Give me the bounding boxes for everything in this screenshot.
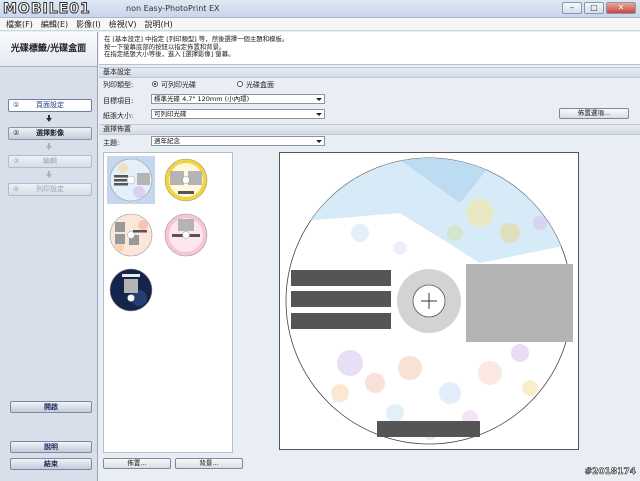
template-list: [103, 152, 233, 453]
radio-disc-case-label: 光碟盒面: [246, 81, 274, 89]
help-button[interactable]: 說明: [10, 441, 92, 453]
paper-size-select[interactable]: 可列印光碟: [151, 109, 325, 119]
print-type-label: 列印類型:: [103, 81, 134, 89]
disc-template-icon: [109, 158, 153, 202]
template-thumbnail[interactable]: [107, 266, 155, 314]
chevron-down-icon: [316, 98, 322, 101]
menu-help[interactable]: 說明(H): [144, 18, 172, 30]
close-button[interactable]: ✕: [606, 2, 636, 14]
chevron-down-icon: [316, 140, 322, 143]
disc-template-icon: [164, 158, 208, 202]
arrow-down-icon: [46, 143, 52, 150]
target-item-label: 目標項目:: [103, 97, 134, 105]
menu-bar: 檔案(F) 編輯(E) 影像(I) 檢視(V) 說明(H): [0, 18, 640, 31]
step-label: 編輯: [43, 157, 57, 165]
title-bar: MOBILE01 non Easy-PhotoPrint EX – □ ✕: [0, 0, 640, 18]
layout-button[interactable]: 佈置...: [103, 458, 171, 469]
arrow-down-icon: [46, 171, 52, 178]
theme-select[interactable]: 週年紀念: [151, 136, 325, 146]
watermark-id: #2018174: [584, 467, 636, 478]
minimize-button[interactable]: –: [562, 2, 582, 14]
basic-settings-header: 基本設定: [99, 67, 640, 78]
paper-size-value: 可列印光碟: [154, 110, 187, 118]
theme-label: 主題:: [103, 139, 120, 147]
step-select-images[interactable]: ② 選擇影像: [8, 127, 92, 140]
open-button[interactable]: 開啟: [10, 401, 92, 413]
disc-label-preview: [285, 157, 573, 445]
target-item-select[interactable]: 標準光碟 4.7" 120mm (小內環): [151, 94, 325, 104]
step-page-setup[interactable]: ① 頁面設定: [8, 99, 92, 112]
menu-edit[interactable]: 編輯(E): [41, 18, 68, 30]
radio-printable-disc[interactable]: [152, 81, 158, 87]
disc-template-icon: [109, 268, 153, 312]
disc-preview: [279, 152, 579, 450]
instructions-panel: 在 [基本設定] 中指定 [列印類型] 等，然後選擇一個主題和模板。 按一下螢幕…: [99, 32, 640, 65]
mobile01-logo: MOBILE01: [3, 1, 91, 18]
step-print-settings: ④ 列印設定: [8, 183, 92, 196]
exit-button[interactable]: 結束: [10, 458, 92, 470]
template-thumbnail[interactable]: [162, 211, 210, 259]
template-thumbnail[interactable]: [107, 211, 155, 259]
radio-printable-disc-label: 可列印光碟: [161, 81, 196, 89]
step-edit: ③ 編輯: [8, 155, 92, 168]
background-button[interactable]: 背景...: [175, 458, 243, 469]
window-title: non Easy-PhotoPrint EX: [126, 4, 220, 13]
template-thumbnail[interactable]: [162, 156, 210, 204]
disc-template-icon: [109, 213, 153, 257]
window-controls: – □ ✕: [562, 2, 636, 14]
disc-template-icon: [164, 213, 208, 257]
step-label: 選擇影像: [36, 129, 64, 137]
arrow-down-icon: [46, 115, 52, 122]
template-thumbnail[interactable]: [107, 156, 155, 204]
step-label: 列印設定: [36, 185, 64, 193]
layout-options-button[interactable]: 佈置選項...: [559, 108, 629, 119]
layout-header: 選擇佈置: [99, 124, 640, 135]
menu-image[interactable]: 影像(I): [76, 18, 101, 30]
theme-value: 週年紀念: [154, 137, 180, 145]
paper-size-label: 紙張大小:: [103, 112, 134, 120]
step-label: 頁面設定: [36, 101, 64, 109]
maximize-button[interactable]: □: [584, 2, 604, 14]
radio-disc-case[interactable]: [237, 81, 243, 87]
sidebar-title: 光碟標籤/光碟盒面: [0, 32, 97, 67]
sidebar: 光碟標籤/光碟盒面 ① 頁面設定 ② 選擇影像 ③ 編輯 ④ 列印設定 開啟 說…: [0, 32, 98, 481]
target-item-value: 標準光碟 4.7" 120mm (小內環): [154, 95, 250, 103]
menu-view[interactable]: 檢視(V): [109, 18, 137, 30]
menu-file[interactable]: 檔案(F): [6, 18, 33, 30]
chevron-down-icon: [316, 113, 322, 116]
instruction-line: 在指定紙張大小等後，進入 [選擇影像] 螢幕。: [104, 50, 235, 59]
